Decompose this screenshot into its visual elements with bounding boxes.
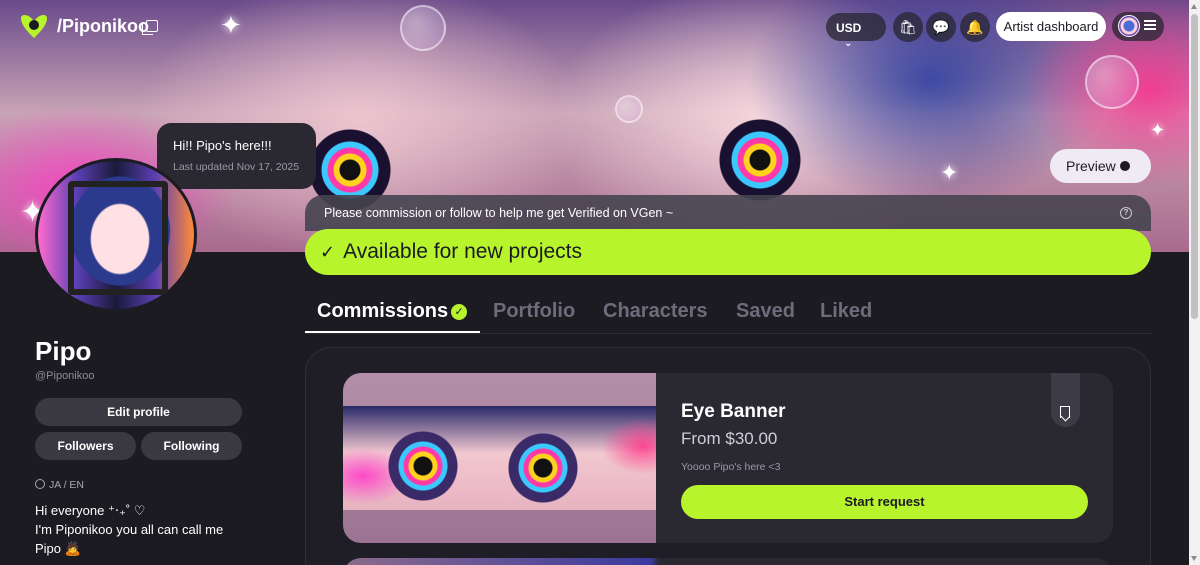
bookmark-icon (1060, 406, 1070, 418)
scrollbar-thumb[interactable] (1191, 14, 1198, 319)
site-handle[interactable]: /Piponikoo (57, 16, 149, 37)
artist-dashboard-button[interactable]: Artist dashboard (996, 12, 1106, 41)
preview-button[interactable]: Preview (1050, 149, 1151, 183)
following-button[interactable]: Following (141, 432, 242, 460)
languages: JA / EN (35, 479, 84, 491)
bio: Hi everyone ⁺‧₊˚ ♡ I'm Piponikoo you all… (35, 501, 235, 558)
messages-button[interactable]: 💬 (926, 12, 956, 42)
active-tab-underline (305, 331, 480, 333)
commission-image-art (343, 406, 656, 510)
status-updated: Last updated Nov 17, 2025 (173, 161, 300, 173)
banner-bubble (615, 95, 643, 123)
availability-banner: ✓ Available for new projects (305, 229, 1151, 275)
check-badge-icon: ✓ (451, 304, 468, 320)
preview-label: Preview (1066, 158, 1116, 174)
notifications-button[interactable]: 🔔 (960, 12, 990, 42)
dot-icon (1120, 161, 1130, 171)
chevron-down-icon: ⌄ (844, 38, 853, 49)
tab-label: Commissions (317, 300, 449, 322)
commission-image[interactable] (343, 373, 656, 543)
edit-profile-button[interactable]: Edit profile (35, 398, 242, 426)
banner-bubble (1085, 55, 1139, 109)
commission-card[interactable] (343, 558, 1113, 565)
check-icon: ✓ (320, 242, 336, 262)
globe-icon (35, 479, 45, 489)
chat-icon: 💬 (932, 18, 950, 35)
cart-icon: 🛍 (899, 18, 917, 35)
tab-saved[interactable]: Saved (736, 300, 795, 323)
top-nav: /Piponikoo USD ⌄ 🛍 💬 🔔 Artist dashboard (0, 0, 1200, 54)
commission-card[interactable]: Eye Banner From $30.00 Yoooo Pipo's here… (343, 373, 1113, 543)
profile-avatar[interactable] (35, 158, 197, 312)
avatar-frame (68, 181, 168, 295)
commission-title: Eye Banner (681, 401, 786, 422)
scrollbar[interactable] (1189, 0, 1200, 565)
hamburger-icon[interactable] (1144, 20, 1156, 30)
logo-icon[interactable] (18, 12, 50, 40)
bookmark-button[interactable] (1051, 373, 1080, 427)
banner-sparkle: ✦ (1150, 120, 1166, 140)
copy-icon[interactable] (142, 20, 158, 35)
cart-button[interactable]: 🛍 (893, 12, 923, 42)
tab-portfolio[interactable]: Portfolio (493, 300, 575, 323)
scroll-up-icon[interactable] (1191, 4, 1197, 9)
bio-line: I'm Piponikoo you all can call me (35, 522, 224, 537)
help-icon[interactable]: ? (1120, 207, 1132, 219)
bio-line: Hi everyone ⁺‧₊˚ ♡ (35, 503, 146, 518)
currency-label: USD (836, 21, 862, 35)
currency-selector[interactable]: USD ⌄ (826, 13, 886, 49)
profile-tabs: Commissions ✓ Portfolio Characters Saved … (305, 296, 1151, 334)
banner-sparkle: ✦ (940, 160, 959, 185)
verification-text: Please commission or follow to help me g… (324, 206, 674, 220)
tab-liked[interactable]: Liked (820, 300, 872, 323)
commission-price: From $30.00 (681, 429, 778, 448)
bell-icon: 🔔 (966, 18, 984, 35)
commission-description: Yoooo Pipo's here <3 (681, 461, 781, 473)
tab-commissions[interactable]: Commissions ✓ (317, 300, 468, 323)
tab-characters[interactable]: Characters (603, 300, 708, 323)
display-name: Pipo (35, 336, 92, 366)
avatar[interactable] (1118, 15, 1140, 37)
status-bubble: Hi!! Pipo's here!!! Last updated Nov 17,… (157, 123, 316, 189)
status-message: Hi!! Pipo's here!!! (173, 138, 272, 153)
availability-text: Available for new projects (343, 240, 582, 263)
bio-line: Pipo 🙇 (35, 541, 81, 556)
followers-button[interactable]: Followers (35, 432, 136, 460)
user-handle: @Piponikoo (35, 370, 95, 382)
languages-label: JA / EN (49, 479, 85, 491)
verification-notice: Please commission or follow to help me g… (305, 195, 1151, 231)
scroll-down-icon[interactable] (1191, 556, 1197, 561)
start-request-button[interactable]: Start request (681, 485, 1088, 519)
